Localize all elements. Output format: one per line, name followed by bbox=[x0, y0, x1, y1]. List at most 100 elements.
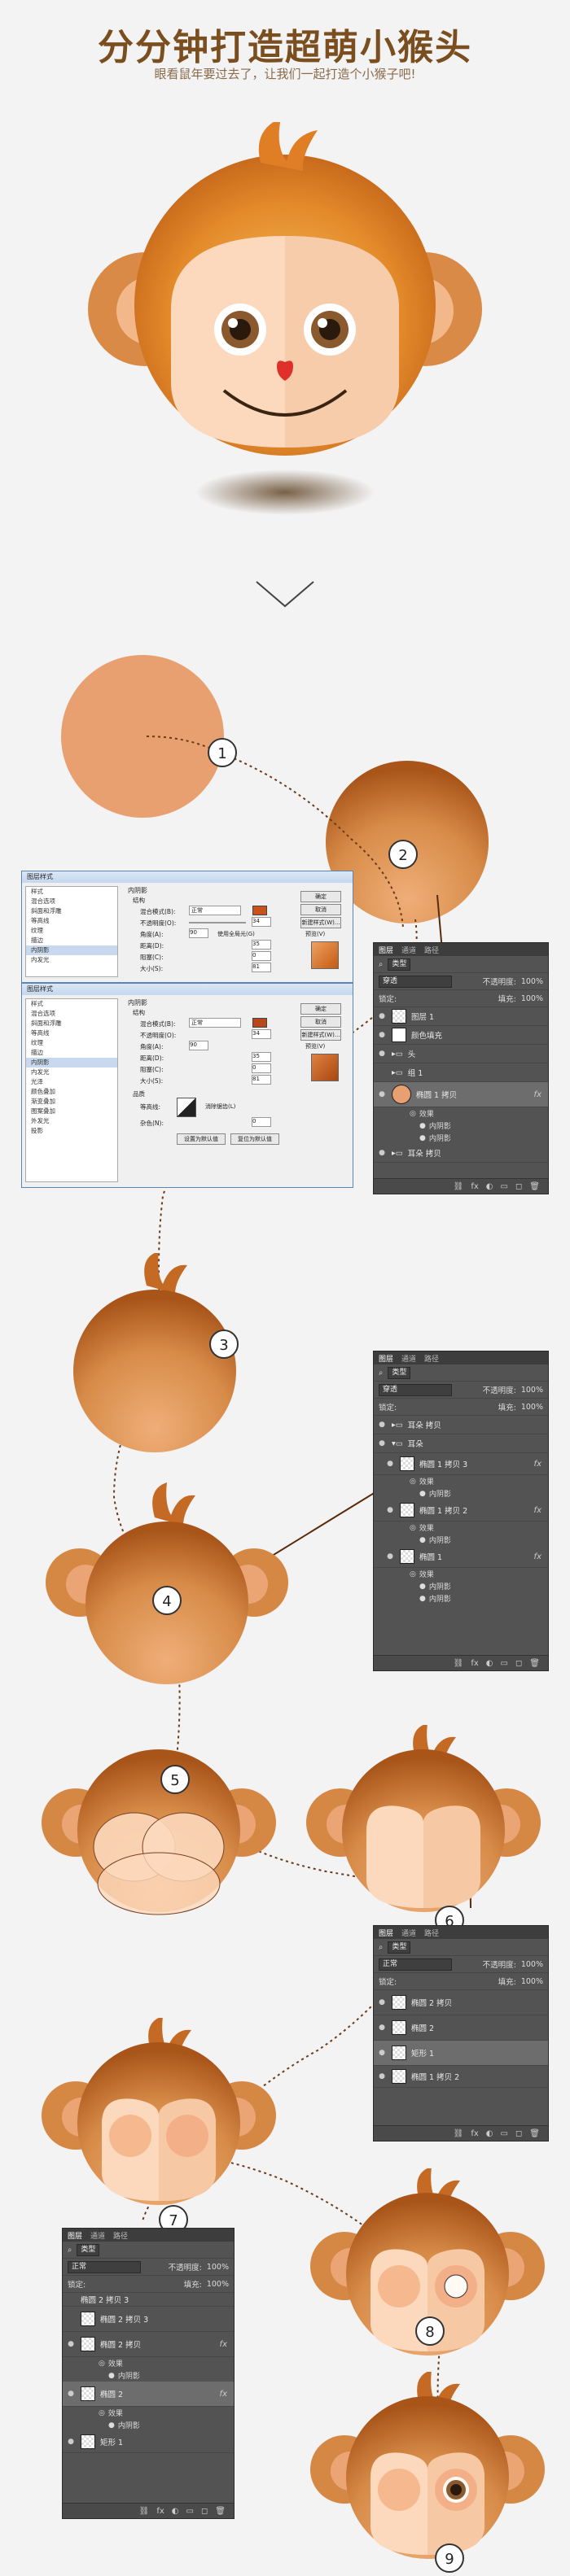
folder-icon: ▸▭ bbox=[392, 1049, 403, 1059]
folder-icon[interactable]: ▭ bbox=[501, 1659, 508, 1668]
folder-icon: ▸▭ bbox=[392, 1068, 403, 1077]
fx-icon[interactable]: fx bbox=[156, 2507, 164, 2516]
new-layer-icon[interactable]: ◻ bbox=[515, 1182, 522, 1191]
svg-text:5: 5 bbox=[170, 1772, 179, 1789]
cancel-button[interactable]: 取消 bbox=[300, 904, 341, 915]
svg-text:2: 2 bbox=[398, 847, 407, 864]
choke-input[interactable]: 0 bbox=[252, 951, 271, 961]
step9-face-pupil bbox=[310, 2372, 545, 2559]
layer-row[interactable]: ● 椭圆 1 拷贝 3 fx bbox=[374, 1453, 548, 1475]
layer-group-row[interactable]: ▸▭ 组 1 bbox=[374, 1063, 548, 1082]
svg-text:7: 7 bbox=[169, 2212, 178, 2229]
fx-icon[interactable]: fx bbox=[534, 1090, 542, 1099]
panel-tabs: 图层 通道 路径 bbox=[374, 943, 548, 956]
opacity-input[interactable]: 34 bbox=[252, 917, 271, 927]
layer-row[interactable]: 椭圆 2 拷贝 3 bbox=[63, 2307, 234, 2332]
trash-icon[interactable]: 🗑 bbox=[215, 2507, 226, 2516]
reset-default-button[interactable]: 复位为默认值 bbox=[230, 1133, 279, 1145]
eye-icon[interactable]: ● bbox=[377, 1031, 387, 1039]
step-badge-9: 9 bbox=[435, 2543, 464, 2573]
fx-icon[interactable]: fx bbox=[471, 1659, 478, 1668]
search-icon: ⌕ bbox=[68, 2245, 72, 2255]
link-icon[interactable]: ⛓ bbox=[454, 1659, 464, 1668]
preview-checkbox[interactable]: 预览(V) bbox=[305, 930, 325, 938]
layer-row[interactable]: ● 图层 1 bbox=[374, 1007, 548, 1026]
mask-icon[interactable]: ◐ bbox=[486, 1182, 493, 1191]
search-icon: ⌕ bbox=[379, 1942, 384, 1952]
new-layer-icon[interactable]: ◻ bbox=[515, 1659, 522, 1668]
step-badge-8: 8 bbox=[415, 2316, 445, 2346]
folder-icon[interactable]: ▭ bbox=[186, 2507, 194, 2516]
eye-icon[interactable]: ● bbox=[377, 1050, 387, 1058]
layer-group-row[interactable]: ● ▸▭ 耳朵 拷贝 bbox=[374, 1144, 548, 1163]
link-icon[interactable]: ⛓ bbox=[454, 1182, 464, 1191]
svg-text:4: 4 bbox=[162, 1593, 171, 1610]
eye-icon: ● bbox=[419, 1133, 426, 1142]
link-icon[interactable]: ⛓ bbox=[139, 2507, 150, 2516]
step-badge-3: 3 bbox=[209, 1329, 239, 1359]
trash-icon[interactable]: 🗑 bbox=[529, 1182, 540, 1191]
dialog-style-list-2: 样式 混合选项 斜面和浮雕 等高线 纹理 描边 内阴影 内发光 光泽 颜色叠加 … bbox=[25, 998, 118, 1182]
dialog-style-list: 样式 混合选项 斜面和浮雕 等高线 纹理 描边 内阴影 内发光 bbox=[25, 886, 118, 977]
layer-group-row[interactable]: ● ▸▭ 头 bbox=[374, 1045, 548, 1063]
new-style-button[interactable]: 新建样式(W)... bbox=[300, 917, 341, 928]
layers-panel-4: 图层 通道 路径 ⌕ 类型 正常 不透明度: 100% 锁定: 填充: 100% 椭圆 2 拷… bbox=[62, 2228, 235, 2519]
search-icon: ⌕ bbox=[379, 1368, 384, 1378]
layer-row-selected[interactable]: ● 椭圆 2 fx bbox=[63, 2382, 234, 2407]
step6-face-shape bbox=[306, 1725, 541, 1912]
folder-icon[interactable]: ▭ bbox=[501, 1182, 508, 1191]
shadow-color-swatch[interactable] bbox=[252, 906, 267, 915]
set-default-button[interactable]: 设置为默认值 bbox=[177, 1133, 226, 1145]
eye-icon[interactable]: ● bbox=[377, 1149, 387, 1157]
eye-icon[interactable]: ● bbox=[377, 1012, 387, 1020]
size-input[interactable]: 81 bbox=[252, 963, 271, 972]
layer-row-selected[interactable]: ● 矩形 1 bbox=[374, 2041, 548, 2066]
mask-icon[interactable]: ◐ bbox=[486, 2129, 493, 2138]
blend-mode-select[interactable]: 正常 bbox=[189, 906, 241, 915]
folder-icon: ▸▭ bbox=[392, 1420, 403, 1430]
svg-text:8: 8 bbox=[425, 2324, 434, 2341]
layer-row[interactable]: ● 椭圆 1 拷贝 2 fx bbox=[374, 1500, 548, 1522]
fx-icon[interactable]: fx bbox=[471, 2129, 478, 2138]
layer-row[interactable]: ● 颜色填充 bbox=[374, 1026, 548, 1045]
panel-footer: ⛓ fx ◐ ▭ ◻ 🗑 bbox=[374, 1178, 548, 1194]
angle-input[interactable]: 90 bbox=[189, 928, 208, 938]
mask-icon[interactable]: ◐ bbox=[486, 1659, 493, 1668]
step-badge-2: 2 bbox=[388, 840, 418, 869]
distance-input[interactable]: 35 bbox=[252, 940, 271, 950]
layer-row[interactable]: ● 椭圆 2 bbox=[374, 2015, 548, 2041]
search-icon: ⌕ bbox=[379, 959, 384, 969]
kind-filter[interactable]: 类型 bbox=[388, 958, 411, 971]
svg-text:1: 1 bbox=[217, 745, 226, 762]
link-icon[interactable]: ⛓ bbox=[454, 2129, 464, 2138]
layer-row[interactable]: ● 椭圆 2 拷贝 bbox=[374, 1990, 548, 2015]
trash-icon[interactable]: 🗑 bbox=[529, 2129, 540, 2138]
step5-face-outline bbox=[42, 1749, 276, 1915]
layers-panel-1: 图层 通道 路径 ⌕ 类型 穿透 不透明度: 100% 锁定: 填充: 100% ● 图层 1 … bbox=[373, 942, 549, 1194]
folder-icon[interactable]: ▭ bbox=[501, 2129, 508, 2138]
trash-icon[interactable]: 🗑 bbox=[529, 1659, 540, 1668]
layer-row[interactable]: ● 椭圆 1 fx bbox=[374, 1546, 548, 1568]
layer-row[interactable]: 椭圆 2 拷贝 3 bbox=[63, 2293, 234, 2307]
layer-group-row[interactable]: ● ▾▭ 耳朵 bbox=[374, 1434, 548, 1453]
layers-panel-3: 图层 通道 路径 ⌕ 类型 正常 不透明度: 100% 锁定: 填充: 100% ● 椭圆 2 … bbox=[373, 1925, 549, 2142]
new-layer-icon[interactable]: ◻ bbox=[201, 2507, 208, 2516]
mask-icon[interactable]: ◐ bbox=[172, 2507, 179, 2516]
dialog-title: 图层样式 bbox=[22, 871, 353, 883]
layer-style-dialog-2: 图层样式 样式 混合选项 斜面和浮雕 等高线 纹理 描边 内阴影 内发光 光泽 … bbox=[21, 983, 353, 1188]
ok-button[interactable]: 确定 bbox=[300, 891, 341, 902]
step-badge-5: 5 bbox=[160, 1765, 190, 1794]
folder-icon: ▸▭ bbox=[392, 1148, 403, 1158]
step-badge-1: 1 bbox=[208, 738, 237, 767]
layer-row[interactable]: ● 椭圆 1 拷贝 2 bbox=[374, 2066, 548, 2088]
layer-row-selected[interactable]: ● 椭圆 1 拷贝 fx bbox=[374, 1082, 548, 1107]
new-layer-icon[interactable]: ◻ bbox=[515, 2129, 522, 2138]
eye-icon[interactable]: ● bbox=[377, 1090, 387, 1098]
layer-group-row[interactable]: ● ▸▭ 耳朵 拷贝 bbox=[374, 1416, 548, 1434]
layer-row[interactable]: ● 椭圆 2 拷贝 fx bbox=[63, 2332, 234, 2357]
style-preview-swatch bbox=[311, 941, 339, 969]
fx-icon[interactable]: fx bbox=[471, 1182, 478, 1191]
layer-row[interactable]: ● 矩形 1 bbox=[63, 2431, 234, 2453]
contour-picker[interactable] bbox=[177, 1098, 196, 1117]
blend-select[interactable]: 穿透 bbox=[379, 975, 452, 988]
